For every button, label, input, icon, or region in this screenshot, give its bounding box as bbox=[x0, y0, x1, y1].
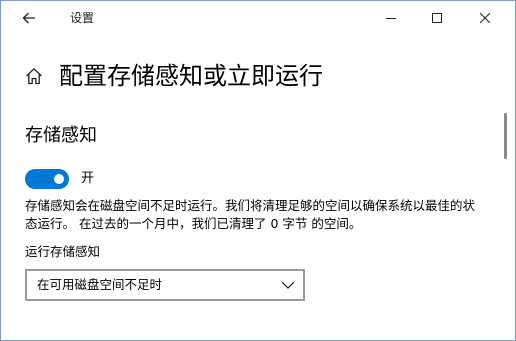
home-button[interactable] bbox=[23, 65, 45, 87]
window-title: 设置 bbox=[70, 11, 95, 25]
page-header: 配置存储感知或立即运行 bbox=[23, 59, 323, 93]
run-storage-sense-dropdown[interactable]: 在可用磁盘空间不足时 bbox=[25, 269, 305, 301]
chevron-down-icon bbox=[281, 281, 295, 289]
back-button[interactable] bbox=[15, 5, 43, 31]
minimize-button[interactable] bbox=[368, 1, 414, 34]
settings-window: 设置 配置存储感知或立即运行 存储感知 开 存储感知会在磁盘空间不足时运行。我们… bbox=[0, 0, 516, 341]
title-bar: 设置 bbox=[1, 1, 515, 34]
close-icon bbox=[480, 12, 490, 23]
toggle-state-label: 开 bbox=[81, 171, 95, 186]
minimize-icon bbox=[386, 17, 396, 19]
home-icon bbox=[26, 68, 42, 85]
storage-sense-toggle[interactable] bbox=[25, 169, 69, 189]
vertical-scrollbar-thumb[interactable] bbox=[504, 113, 507, 159]
back-arrow-icon bbox=[22, 12, 35, 24]
dropdown-chevron bbox=[281, 279, 295, 291]
close-button[interactable] bbox=[462, 1, 508, 34]
section-title-storage-sense: 存储感知 bbox=[25, 125, 97, 146]
maximize-button[interactable] bbox=[414, 1, 460, 34]
page-title: 配置存储感知或立即运行 bbox=[59, 62, 323, 90]
maximize-icon bbox=[432, 12, 442, 23]
storage-sense-description: 存储感知会在磁盘空间不足时运行。我们将清理足够的空间以确保系统以最佳的状态运行。… bbox=[25, 198, 476, 231]
dropdown-selected-value: 在可用磁盘空间不足时 bbox=[37, 277, 163, 292]
run-storage-sense-label: 运行存储感知 bbox=[25, 244, 101, 259]
toggle-knob bbox=[54, 174, 64, 184]
